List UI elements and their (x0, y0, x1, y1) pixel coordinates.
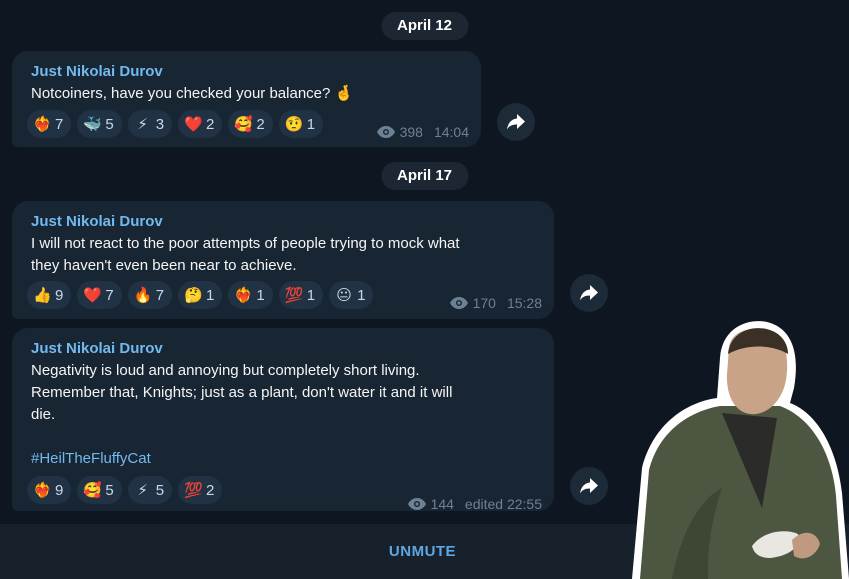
message-bubble: Just Nikolai Durov Notcoiners, have you … (12, 51, 481, 147)
reaction-emoji: 🥰 (234, 116, 254, 133)
message-time: 15:28 (506, 295, 542, 311)
reaction-chip[interactable]: 😐 1 (329, 281, 374, 309)
reaction-emoji: 👍 (33, 287, 52, 304)
reactions-row: 👍 9 ❤️ 7 🔥 7 🤔 1 ❤️‍🔥 1 💯 1 😐 1 (27, 281, 374, 309)
reactions-row: ❤️‍🔥 9 🥰 5 ⚡ 5 💯 2 (27, 476, 223, 504)
reaction-chip[interactable]: ❤️‍🔥 7 (27, 110, 72, 138)
reaction-chip[interactable]: 💯 2 (178, 476, 223, 504)
reaction-chip[interactable]: ❤️‍🔥 9 (27, 476, 72, 504)
reaction-chip[interactable]: ⚡ 3 (127, 110, 173, 138)
forward-button[interactable] (497, 103, 535, 141)
reaction-chip[interactable]: 🐳 5 (77, 110, 122, 138)
reaction-emoji: ❤️‍🔥 (234, 287, 254, 304)
reactions-row: ❤️‍🔥 7 🐳 5 ⚡ 3 ❤️ 2 🥰 2 🤨 1 (27, 110, 324, 138)
message-meta: 170 15:28 (449, 295, 542, 311)
reaction-chip[interactable]: ❤️ 2 (178, 110, 223, 138)
reaction-count: 7 (105, 286, 114, 304)
view-count: 170 (472, 295, 496, 311)
reaction-emoji: 🔥 (133, 287, 153, 304)
reaction-count: 2 (206, 115, 215, 133)
message-text: Notcoiners, have you checked your balanc… (31, 85, 354, 102)
message-text: they haven't even been near to achieve. (31, 257, 297, 274)
message-footer: ❤️‍🔥 9 🥰 5 ⚡ 5 💯 2 144 edited 22:55 (27, 476, 542, 512)
reaction-chip[interactable]: ❤️‍🔥 1 (228, 281, 273, 309)
forward-arrow-icon (580, 478, 598, 494)
reaction-count: 5 (105, 115, 114, 133)
eye-icon (449, 297, 468, 309)
hashtag-link[interactable]: #HeilTheFluffyCat (31, 448, 542, 470)
reaction-count: 7 (155, 286, 165, 304)
reaction-chip[interactable]: ❤️ 7 (77, 281, 122, 309)
date-separator: April 17 (380, 162, 469, 190)
reaction-emoji: ❤️‍🔥 (33, 116, 52, 133)
reaction-emoji: 💯 (284, 287, 304, 304)
message-text: Negativity is loud and annoying but comp… (31, 362, 420, 379)
reaction-count: 5 (155, 481, 165, 499)
reaction-count: 7 (55, 115, 64, 133)
reaction-emoji: 🥰 (83, 482, 103, 499)
reaction-count: 1 (256, 286, 265, 304)
reaction-emoji: 😐 (336, 287, 352, 304)
forward-button[interactable] (570, 467, 608, 505)
reaction-chip[interactable]: 🤨 1 (278, 110, 324, 138)
reaction-emoji: 🤨 (284, 116, 304, 133)
reaction-count: 3 (155, 115, 165, 133)
message-time: 14:04 (433, 124, 469, 140)
reaction-chip[interactable]: 🔥 7 (127, 281, 173, 309)
reaction-count: 5 (105, 481, 114, 499)
reaction-emoji: 💯 (184, 482, 203, 499)
message-author[interactable]: Just Nikolai Durov (31, 338, 542, 360)
reaction-emoji: 🤔 (184, 287, 203, 304)
reaction-count: 1 (357, 286, 366, 304)
reaction-chip[interactable]: 🥰 2 (228, 110, 273, 138)
reaction-count: 9 (55, 481, 64, 499)
reaction-count: 2 (206, 481, 215, 499)
reaction-chip[interactable]: ⚡ 5 (127, 476, 173, 504)
reaction-chip[interactable]: 👍 9 (27, 281, 72, 309)
reaction-emoji: ❤️‍🔥 (33, 482, 52, 499)
reaction-count: 1 (306, 286, 316, 304)
reaction-emoji: ❤️ (83, 287, 103, 304)
eye-icon (376, 126, 395, 138)
reaction-emoji: 🐳 (83, 116, 103, 133)
forward-arrow-icon (580, 285, 598, 301)
message-author[interactable]: Just Nikolai Durov (31, 61, 469, 83)
reaction-count: 1 (206, 286, 215, 304)
message-author[interactable]: Just Nikolai Durov (31, 211, 542, 233)
message-text: Remember that, Knights; just as a plant,… (31, 384, 453, 401)
date-separator: April 12 (380, 12, 469, 40)
message-meta: 398 14:04 (376, 124, 469, 140)
eye-icon (407, 498, 426, 510)
reaction-emoji: ⚡ (137, 482, 148, 499)
reaction-count: 2 (256, 115, 265, 133)
message-footer: ❤️‍🔥 7 🐳 5 ⚡ 3 ❤️ 2 🥰 2 🤨 1 398 14:04 (27, 110, 469, 140)
reaction-emoji: ⚡ (137, 116, 148, 133)
message-footer: 👍 9 ❤️ 7 🔥 7 🤔 1 ❤️‍🔥 1 💯 1 😐 1 170 15:28 (27, 281, 542, 311)
message-time: edited 22:55 (464, 496, 542, 512)
reaction-chip[interactable]: 🤔 1 (178, 281, 223, 309)
message-bubble: Just Nikolai Durov I will not react to t… (12, 201, 554, 319)
reaction-count: 1 (306, 115, 316, 133)
forward-button[interactable] (570, 274, 608, 312)
forward-arrow-icon (507, 114, 525, 130)
reaction-chip[interactable]: 🥰 5 (77, 476, 122, 504)
man-eating-sticker[interactable] (612, 318, 849, 579)
message-meta: 144 edited 22:55 (407, 496, 542, 512)
reaction-emoji: ❤️ (184, 116, 203, 133)
reaction-count: 9 (55, 286, 64, 304)
message-bubble: Just Nikolai Durov Negativity is loud an… (12, 328, 554, 512)
reaction-chip[interactable]: 💯 1 (278, 281, 324, 309)
view-count: 144 (430, 496, 454, 512)
view-count: 398 (399, 124, 423, 140)
message-text: die. (31, 406, 56, 423)
message-text: I will not react to the poor attempts of… (31, 235, 460, 252)
